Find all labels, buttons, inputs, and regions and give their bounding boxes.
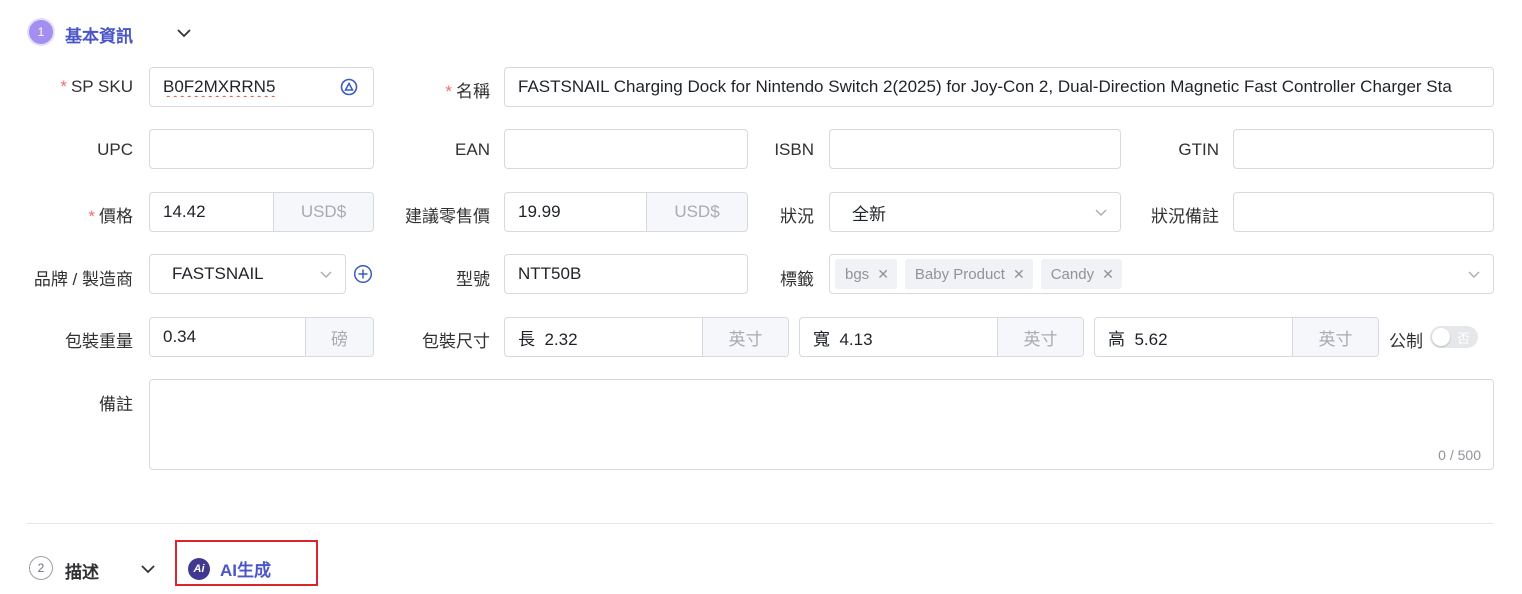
close-icon[interactable]: ✕ [1013, 266, 1025, 283]
step-number-2: 2 [29, 556, 53, 580]
step-number-1: 1 [29, 20, 53, 44]
brand-value: FASTSNAIL [172, 264, 264, 283]
price-label: * 價格 [88, 207, 133, 226]
brand-label: 品牌 / 製造商 [33, 270, 133, 289]
close-icon[interactable]: ✕ [1102, 266, 1114, 283]
divider [26, 523, 1494, 524]
condition-select[interactable]: 全新 [829, 192, 1121, 232]
weight-unit: 磅 [305, 318, 373, 356]
chevron-down-icon [320, 271, 332, 278]
name-label: * 名稱 [445, 82, 490, 101]
weight-label: 包裝重量 [65, 332, 133, 351]
section-title-basic: 基本資訊 [65, 27, 133, 46]
width-unit: 英寸 [997, 318, 1083, 356]
isbn-label: ISBN [774, 140, 814, 159]
width-input[interactable]: 寬 4.13 英寸 [799, 317, 1084, 357]
tag-item: bgs ✕ [835, 259, 897, 289]
weight-input[interactable]: 0.34 磅 [149, 317, 374, 357]
model-input[interactable]: NTT50B [504, 254, 748, 294]
upc-label: UPC [97, 140, 133, 159]
upc-input[interactable] [149, 129, 374, 169]
metric-label: 公制 [1389, 332, 1423, 351]
condition-value: 全新 [852, 204, 886, 224]
ean-input[interactable] [504, 129, 748, 169]
brand-select[interactable]: FASTSNAIL [149, 254, 346, 294]
close-icon[interactable]: ✕ [877, 266, 889, 283]
height-value: 5.62 [1134, 329, 1168, 349]
sp-sku-label: * SP SKU [60, 77, 133, 96]
isbn-input[interactable] [829, 129, 1121, 169]
notes-textarea[interactable] [149, 379, 1494, 470]
weight-value: 0.34 [163, 327, 197, 346]
tag-item: Baby Product ✕ [904, 259, 1033, 289]
condition-label: 狀況 [780, 207, 814, 226]
generate-sku-icon[interactable] [339, 77, 359, 97]
condition-note-input[interactable] [1233, 192, 1494, 232]
chevron-down-icon[interactable] [139, 560, 157, 578]
add-brand-icon[interactable] [353, 264, 373, 284]
ean-label: EAN [455, 140, 490, 159]
condition-note-label: 狀況備註 [1151, 207, 1219, 226]
msrp-label: 建議零售價 [405, 207, 490, 226]
chevron-down-icon [1095, 209, 1107, 216]
section-title-description: 描述 [65, 563, 99, 582]
dimensions-label: 包裝尺寸 [422, 332, 490, 351]
height-unit: 英寸 [1292, 318, 1378, 356]
chevron-down-icon [1468, 271, 1480, 278]
ai-generate-button[interactable]: Ai AI生成 [188, 556, 271, 581]
gtin-label: GTIN [1178, 140, 1219, 159]
tags-label: 標籤 [780, 270, 814, 289]
length-value: 2.32 [544, 329, 578, 349]
notes-label: 備註 [99, 395, 133, 414]
tags-select[interactable]: bgs ✕ Baby Product ✕ Candy ✕ [829, 254, 1494, 294]
length-input[interactable]: 長 2.32 英寸 [504, 317, 789, 357]
msrp-value: 19.99 [518, 202, 561, 221]
price-currency: USD$ [273, 193, 373, 231]
msrp-currency: USD$ [646, 193, 747, 231]
sp-sku-input[interactable]: B0F2MXRRN5 [149, 67, 374, 107]
ai-icon: Ai [188, 557, 210, 580]
length-unit: 英寸 [702, 318, 788, 356]
sp-sku-value: B0F2MXRRN5 [163, 77, 276, 96]
name-input[interactable]: FASTSNAIL Charging Dock for Nintendo Swi… [504, 67, 1494, 107]
metric-toggle[interactable]: 否 [1430, 326, 1478, 348]
width-value: 4.13 [839, 329, 873, 349]
name-value: FASTSNAIL Charging Dock for Nintendo Swi… [518, 77, 1452, 96]
notes-counter: 0 / 500 [1438, 447, 1481, 463]
price-input[interactable]: 14.42 USD$ [149, 192, 374, 232]
height-input[interactable]: 高 5.62 英寸 [1094, 317, 1379, 357]
model-value: NTT50B [518, 264, 582, 283]
tag-item: Candy ✕ [1040, 259, 1122, 289]
msrp-input[interactable]: 19.99 USD$ [504, 192, 748, 232]
ai-generate-label: AI生成 [220, 561, 271, 580]
chevron-down-icon[interactable] [175, 24, 193, 42]
gtin-input[interactable] [1233, 129, 1494, 169]
model-label: 型號 [456, 270, 490, 289]
price-value: 14.42 [163, 202, 206, 221]
